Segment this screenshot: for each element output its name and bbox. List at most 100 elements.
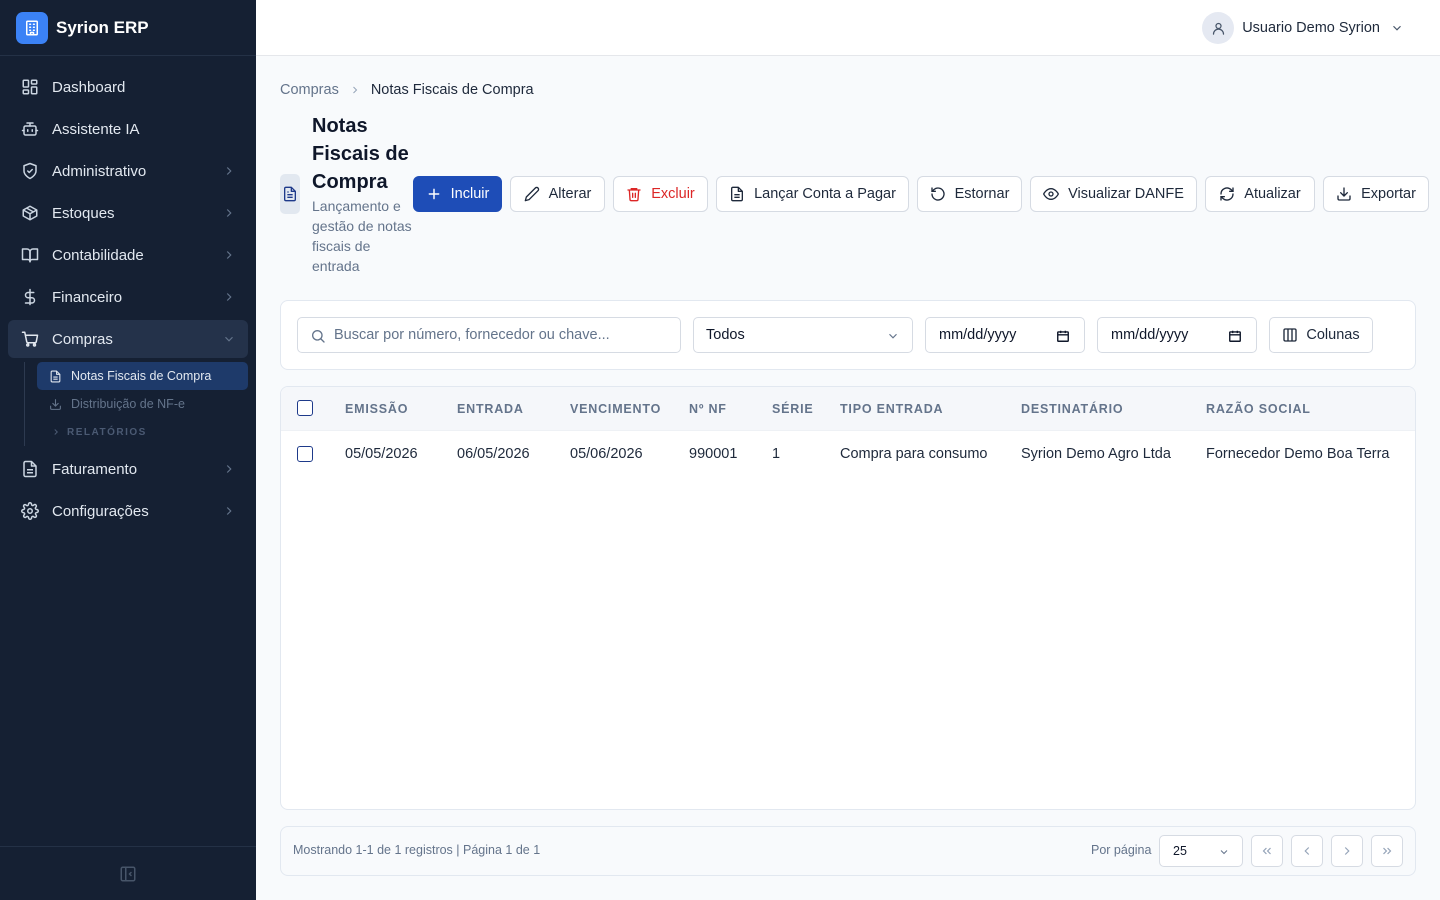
alterar-label: Alterar <box>548 186 592 202</box>
columns-label: Colunas <box>1306 327 1360 343</box>
sidebar-item-estoques[interactable]: Estoques <box>8 194 248 232</box>
box-icon <box>20 203 40 223</box>
estornar-button[interactable]: Estornar <box>917 176 1022 212</box>
exportar-label: Exportar <box>1361 186 1416 202</box>
status-select[interactable]: Todos <box>693 317 913 353</box>
table-cell: 05/06/2026 <box>570 446 643 462</box>
select-all-checkbox[interactable] <box>297 400 313 416</box>
columns-icon <box>1283 328 1298 342</box>
table-cell: Syrion Demo Agro Ltda <box>1021 446 1171 462</box>
per-page-select[interactable]: 25 <box>1159 835 1243 867</box>
breadcrumb: Compras Notas Fiscais de Compra <box>280 80 534 100</box>
column-header[interactable]: TIPO ENTRADA <box>840 387 943 431</box>
panel-collapse-icon <box>120 866 136 881</box>
sidebar-item-compras[interactable]: Compras <box>8 320 248 358</box>
next-page-button[interactable] <box>1331 835 1363 867</box>
incluir-button[interactable]: Incluir <box>413 176 502 212</box>
visualizar-danfe-button[interactable]: Visualizar DANFE <box>1030 176 1197 212</box>
sidebar-nav: Dashboard Assistente IA Administrativo E… <box>0 56 256 530</box>
prev-page-button[interactable] <box>1291 835 1323 867</box>
column-header[interactable]: RAZÃO SOCIAL <box>1206 387 1311 431</box>
sidebar-item-financeiro[interactable]: Financeiro <box>8 278 248 316</box>
incluir-label: Incluir <box>450 186 490 202</box>
sidebar-item-label: Financeiro <box>52 288 123 306</box>
chevron-right-icon <box>352 86 358 94</box>
page-subtitle: Lançamento e gestão de notas fiscais de … <box>312 198 412 274</box>
sidebar-item-label: Estoques <box>52 204 115 222</box>
sidebar-group-relatorios[interactable]: RELATÓRIOS <box>37 418 248 446</box>
atualizar-button[interactable]: Atualizar <box>1205 176 1315 212</box>
search-icon <box>312 330 325 343</box>
sidebar-item-label: Assistente IA <box>52 120 140 138</box>
table-cell: Fornecedor Demo Boa Terra <box>1206 446 1390 462</box>
file-text-icon <box>280 174 300 214</box>
search-input[interactable] <box>334 318 674 352</box>
sidebar-item-assistente-ia[interactable]: Assistente IA <box>8 110 248 148</box>
sidebar-subitem-notas-fiscais[interactable]: Notas Fiscais de Compra <box>37 362 248 390</box>
pagination-info: Mostrando 1-1 de 1 registros | Página 1 … <box>293 843 541 857</box>
calendar-icon[interactable] <box>1056 329 1070 343</box>
exportar-button[interactable]: Exportar <box>1323 176 1429 212</box>
shield-icon <box>20 161 40 181</box>
date-to-field[interactable]: mm/dd/yyyy <box>1097 317 1257 353</box>
sidebar-item-faturamento[interactable]: Faturamento <box>8 450 248 488</box>
building-icon <box>16 11 48 44</box>
per-page-label: Por página <box>1091 843 1152 857</box>
chevron-right-icon <box>226 293 232 301</box>
column-header[interactable]: VENCIMENTO <box>570 387 661 431</box>
search-box <box>297 317 681 353</box>
lancar-conta-pagar-button[interactable]: Lançar Conta a Pagar <box>716 176 909 212</box>
columns-button[interactable]: Colunas <box>1269 317 1373 353</box>
table-cell: 06/05/2026 <box>457 446 530 462</box>
pencil-icon <box>524 186 540 202</box>
sidebar: Syrion ERP Dashboard Assistente IA Admin… <box>0 0 256 900</box>
dollar-icon <box>20 287 40 307</box>
sidebar-item-label: Configurações <box>52 502 149 520</box>
last-page-button[interactable] <box>1371 835 1403 867</box>
calendar-icon[interactable] <box>1228 329 1242 343</box>
excluir-button[interactable]: Excluir <box>613 176 708 212</box>
sidebar-item-dashboard[interactable]: Dashboard <box>8 68 248 106</box>
trash-icon <box>626 186 642 202</box>
book-icon <box>20 245 40 265</box>
chevron-right-icon <box>226 167 232 175</box>
breadcrumb-link-compras[interactable]: Compras <box>280 82 339 98</box>
sidebar-item-administrativo[interactable]: Administrativo <box>8 152 248 190</box>
sidebar-item-configuracoes[interactable]: Configurações <box>8 492 248 530</box>
table-row[interactable]: 05/05/2026 06/05/2026 05/06/2026 990001 … <box>281 431 1415 477</box>
chevrons-right-icon <box>1383 847 1392 855</box>
column-header[interactable]: Nº NF <box>689 387 727 431</box>
user-menu[interactable]: Usuario Demo Syrion <box>1202 12 1404 44</box>
table-cell: 990001 <box>689 446 738 462</box>
sidebar-item-contabilidade[interactable]: Contabilidade <box>8 236 248 274</box>
column-header[interactable]: SÉRIE <box>772 387 814 431</box>
alterar-button[interactable]: Alterar <box>510 176 605 212</box>
row-checkbox[interactable] <box>297 446 313 462</box>
column-header[interactable]: ENTRADA <box>457 387 524 431</box>
chevron-right-icon <box>226 251 232 259</box>
excluir-label: Excluir <box>651 186 695 202</box>
filter-bar: Todos mm/dd/yyyy mm/dd/yyyy Colunas <box>280 300 1416 370</box>
file-text-icon <box>49 369 63 383</box>
status-select-value: Todos <box>706 327 745 343</box>
data-table: EMISSÃO ENTRADA VENCIMENTO Nº NF SÉRIE T… <box>280 386 1416 810</box>
chevron-right-icon <box>226 507 232 515</box>
column-header[interactable]: DESTINATÁRIO <box>1021 387 1123 431</box>
collapse-sidebar-button[interactable] <box>0 846 256 900</box>
sidebar-item-label: Contabilidade <box>52 246 144 264</box>
column-header[interactable]: EMISSÃO <box>345 387 408 431</box>
chevron-down-icon <box>1220 850 1228 855</box>
chevrons-left-icon <box>1262 847 1271 855</box>
topbar: Usuario Demo Syrion <box>256 0 1440 56</box>
eye-icon <box>1043 186 1060 202</box>
sidebar-subitem-distribuicao-nfe[interactable]: Distribuição de NF-e <box>37 390 248 418</box>
dashboard-icon <box>20 77 40 97</box>
atualizar-label: Atualizar <box>1244 186 1301 202</box>
compras-subnav: Notas Fiscais de Compra Distribuição de … <box>24 362 248 446</box>
first-page-button[interactable] <box>1251 835 1283 867</box>
estornar-label: Estornar <box>954 186 1010 202</box>
brand[interactable]: Syrion ERP <box>0 0 256 56</box>
date-from-field[interactable]: mm/dd/yyyy <box>925 317 1085 353</box>
pagination: Mostrando 1-1 de 1 registros | Página 1 … <box>280 826 1416 876</box>
table-cell: Compra para consumo <box>840 446 988 462</box>
